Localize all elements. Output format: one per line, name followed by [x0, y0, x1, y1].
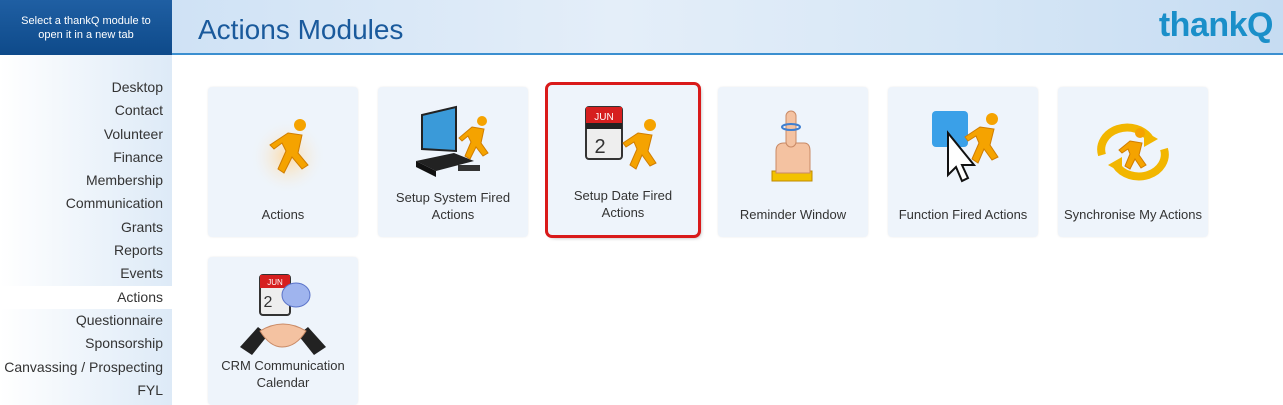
sidebar-item-finance[interactable]: Finance	[0, 146, 172, 169]
tile-label: Synchronise My Actions	[1063, 207, 1202, 222]
thankq-logo: thankQ	[1158, 6, 1274, 45]
sidebar-item-contact[interactable]: Contact	[0, 99, 172, 122]
tile-setup-system-fired-actions[interactable]: Setup System Fired Actions	[378, 87, 528, 237]
sidebar-item-volunteer[interactable]: Volunteer	[0, 123, 172, 146]
tile-function-fired-actions[interactable]: Function Fired Actions	[888, 87, 1038, 237]
page-title: Actions Modules	[198, 14, 404, 45]
module-hint-text: Select a thankQ module to open it in a n…	[21, 14, 151, 41]
sync-running-man-icon	[1097, 123, 1169, 181]
calendar-day: 2	[594, 136, 605, 158]
tile-setup-date-fired-actions[interactable]: JUN 2 Setup Date Fired Actions	[545, 82, 701, 238]
sidebar-item-reports[interactable]: Reports	[0, 239, 172, 262]
sidebar-item-grants[interactable]: Grants	[0, 216, 172, 239]
finger-string-icon	[771, 110, 813, 182]
module-hint-header: Select a thankQ module to open it in a n…	[0, 0, 172, 55]
tile-label: CRM Communication Calendar	[221, 358, 345, 390]
calendar-month: JUN	[594, 112, 613, 123]
calendar-month: JUN	[267, 278, 283, 287]
module-sidebar: Desktop Contact Volunteer Finance Member…	[0, 55, 172, 405]
tile-label: Actions	[261, 207, 305, 222]
sidebar-item-events[interactable]: Events	[0, 262, 172, 285]
computer-running-man-icon	[416, 105, 489, 177]
sidebar-item-membership[interactable]: Membership	[0, 169, 172, 192]
tile-label: Function Fired Actions	[898, 207, 1028, 222]
logo-q: Q	[1247, 6, 1273, 44]
calendar-day: 2	[264, 294, 273, 311]
sidebar-item-fyl[interactable]: FYL	[0, 379, 172, 402]
top-banner: Actions Modules thankQ	[172, 0, 1283, 55]
tile-crm-communication-calendar[interactable]: JUN 2 CRM Communication Calendar	[208, 257, 358, 405]
calendar-handshake-icon: JUN 2	[240, 274, 326, 355]
pointer-running-man-icon	[932, 111, 999, 183]
tile-label: Setup Date Fired Actions	[573, 188, 673, 220]
tile-actions[interactable]: Actions	[208, 87, 358, 237]
sidebar-item-canvassing[interactable]: Canvassing / Prospecting	[0, 356, 172, 379]
module-nav: Desktop Contact Volunteer Finance Member…	[0, 76, 172, 402]
sidebar-item-sponsorship[interactable]: Sponsorship	[0, 332, 172, 355]
sidebar-item-desktop[interactable]: Desktop	[0, 76, 172, 99]
running-man-icon	[250, 115, 326, 191]
tile-label: Setup System Fired Actions	[395, 190, 511, 222]
sidebar-item-actions[interactable]: Actions	[0, 285, 172, 309]
tile-label: Reminder Window	[739, 207, 847, 222]
tile-synchronise-my-actions[interactable]: Synchronise My Actions	[1058, 87, 1208, 237]
sidebar-item-communication[interactable]: Communication	[0, 192, 172, 215]
calendar-running-man-icon: JUN 2	[585, 106, 657, 170]
sidebar-item-questionnaire[interactable]: Questionnaire	[0, 309, 172, 332]
tile-reminder-window[interactable]: Reminder Window	[718, 87, 868, 237]
logo-text: thank	[1158, 6, 1248, 44]
